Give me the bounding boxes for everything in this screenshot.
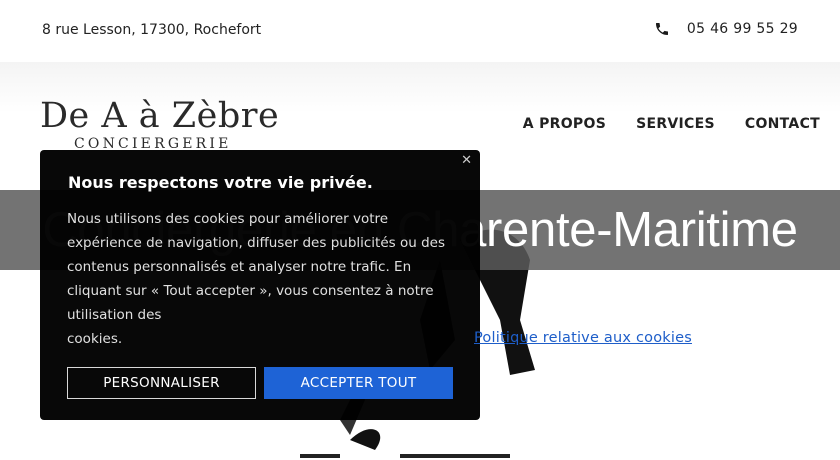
cookie-consent-dialog: ✕ Nous respectons votre vie privée. Nous… (40, 150, 480, 420)
cookie-text-line: cliquant sur « Tout accepter », vous con… (67, 283, 434, 299)
logo-wordmark: De A à Zèbre (40, 96, 280, 136)
address-text: 8 rue Lesson, 17300, Rochefort (42, 22, 262, 38)
nav-item-contact[interactable]: CONTACT (745, 116, 820, 132)
cookie-title: Nous respectons votre vie privée. (68, 173, 373, 192)
nav-item-a-propos[interactable]: A PROPOS (523, 116, 606, 132)
phone-number[interactable]: 05 46 99 55 29 (687, 21, 798, 37)
main-nav: A PROPOS SERVICES CONTACT (523, 116, 820, 132)
cookie-text-line: cookies. (67, 331, 123, 347)
phone-contact[interactable]: 05 46 99 55 29 (654, 21, 798, 37)
customize-cookies-button[interactable]: PERSONNALISER (67, 367, 256, 399)
site-logo[interactable]: De A à Zèbre CONCIERGERIE (40, 96, 280, 152)
cookie-text-line: contenus personnalisés et analyser notre… (67, 259, 412, 275)
cookie-policy-link[interactable]: Politique relative aux cookies (474, 330, 692, 346)
accept-all-button[interactable]: ACCEPTER TOUT (264, 367, 453, 399)
close-icon[interactable]: ✕ (461, 153, 472, 168)
top-contact-bar: 8 rue Lesson, 17300, Rochefort 05 46 99 … (0, 0, 840, 63)
phone-icon (655, 23, 668, 35)
cookie-text-line: utilisation des (67, 307, 162, 323)
cookie-description: Nous utilisons des cookies pour améliore… (67, 207, 462, 351)
nav-item-services[interactable]: SERVICES (636, 116, 715, 132)
cookie-text-line: expérience de navigation, diffuser des p… (67, 235, 445, 251)
cookie-text-line: Nous utilisons des cookies pour améliore… (67, 211, 389, 227)
